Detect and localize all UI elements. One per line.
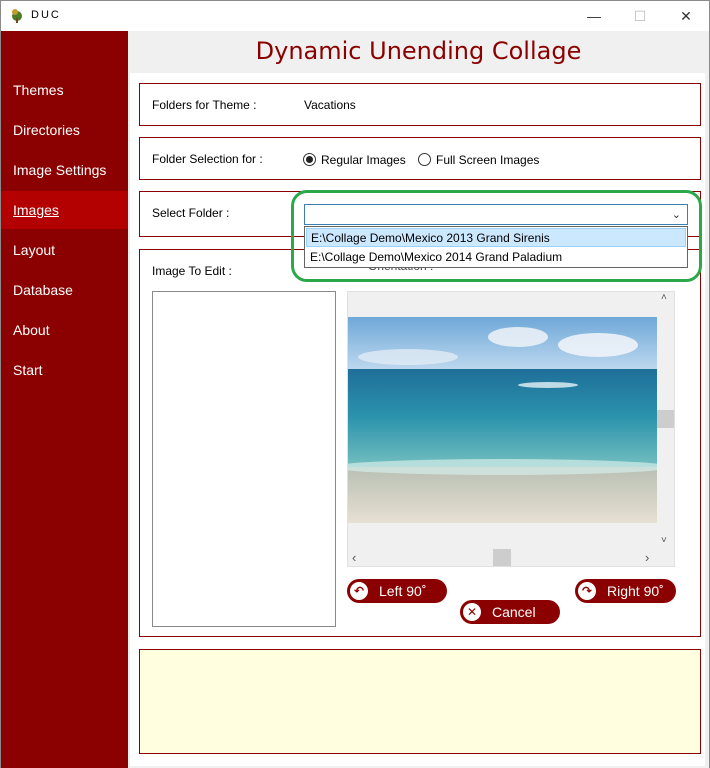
page-title: Dynamic Unending Collage — [255, 37, 582, 65]
vertical-scroll-thumb[interactable] — [657, 410, 674, 428]
scroll-left-arrow-icon[interactable]: ‹ — [352, 550, 356, 565]
folders-for-theme-label: Folders for Theme : — [152, 98, 257, 112]
window-title: DUC — [31, 9, 61, 21]
content-area: Folders for Theme : Vacations Folder Sel… — [130, 73, 705, 766]
theme-name-value: Vacations — [304, 98, 356, 112]
sidebar-item-image-settings[interactable]: Image Settings — [1, 151, 128, 189]
sidebar-item-images[interactable]: Images — [1, 191, 128, 229]
close-button[interactable]: ✕ — [663, 1, 709, 31]
cancel-button[interactable]: ✕ Cancel — [460, 600, 560, 624]
scroll-up-arrow-icon[interactable]: ˄ — [661, 292, 667, 303]
app-icon — [12, 9, 22, 23]
sidebar-item-themes[interactable]: Themes — [1, 71, 128, 109]
scroll-down-arrow-icon[interactable]: ˅ — [661, 535, 667, 546]
beach-photo — [348, 317, 657, 523]
image-list[interactable] — [152, 291, 336, 627]
sidebar-item-about[interactable]: About — [1, 311, 128, 349]
regular-images-radio[interactable] — [303, 153, 316, 166]
main-area: Dynamic Unending Collage Folders for The… — [128, 31, 709, 768]
annotation-highlight-ring — [291, 190, 702, 282]
sidebar: Themes Directories Image Settings Images… — [1, 31, 128, 768]
rotate-left-label: Left 90˚ — [379, 583, 427, 599]
select-folder-label: Select Folder : — [152, 206, 230, 220]
folder-selection-panel: Folder Selection for : Regular Images Fu… — [139, 137, 701, 180]
scroll-right-arrow-icon[interactable]: › — [645, 550, 649, 565]
sidebar-item-directories[interactable]: Directories — [1, 111, 128, 149]
header: Dynamic Unending Collage — [128, 31, 709, 73]
preview-vertical-scrollbar[interactable]: ˄ ˅ — [657, 292, 674, 549]
cancel-icon: ✕ — [463, 603, 481, 621]
rotate-right-icon: ↷ — [578, 582, 596, 600]
rotate-left-button[interactable]: ↶ Left 90˚ — [347, 579, 447, 603]
rotate-right-label: Right 90˚ — [607, 583, 664, 599]
rotate-left-icon: ↶ — [350, 582, 368, 600]
maximize-button[interactable]: ☐ — [617, 1, 663, 31]
preview-horizontal-scrollbar[interactable]: ‹ › — [348, 549, 657, 566]
sidebar-item-database[interactable]: Database — [1, 271, 128, 309]
image-edit-panel: Image To Edit : Orientation : — [139, 249, 701, 637]
image-preview-frame: ˄ ˅ ‹ › — [347, 291, 675, 567]
minimize-button[interactable]: — — [571, 1, 617, 31]
sidebar-item-start[interactable]: Start — [1, 351, 128, 389]
folders-for-theme-panel: Folders for Theme : Vacations — [139, 83, 701, 126]
folder-selection-label: Folder Selection for : — [152, 152, 263, 166]
title-bar: DUC — ☐ ✕ — [1, 1, 709, 31]
horizontal-scroll-thumb[interactable] — [493, 549, 511, 566]
full-screen-images-label[interactable]: Full Screen Images — [436, 153, 539, 167]
app-window: DUC — ☐ ✕ Themes Directories Image Setti… — [0, 0, 710, 768]
rotate-right-button[interactable]: ↷ Right 90˚ — [575, 579, 676, 603]
regular-images-label[interactable]: Regular Images — [321, 153, 406, 167]
image-to-edit-label: Image To Edit : — [152, 264, 232, 278]
sidebar-item-layout[interactable]: Layout — [1, 231, 128, 269]
message-panel — [139, 649, 701, 754]
full-screen-images-radio[interactable] — [418, 153, 431, 166]
cancel-label: Cancel — [492, 604, 536, 620]
